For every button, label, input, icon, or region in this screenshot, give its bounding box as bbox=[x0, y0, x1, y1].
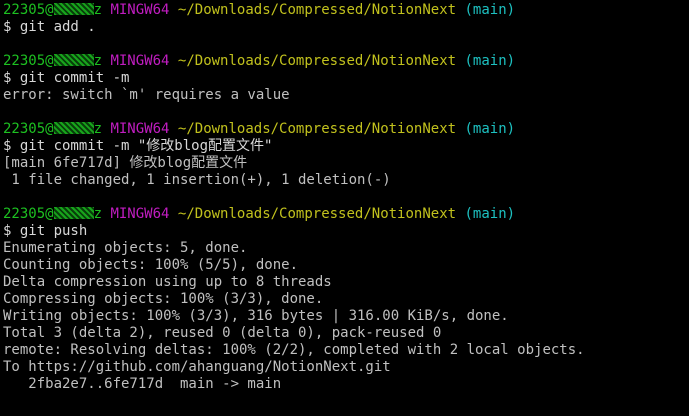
prompt-branch: (main) bbox=[464, 121, 516, 137]
redacted-username bbox=[53, 207, 94, 219]
command-line: $ git commit -m "修改blog配置文件" bbox=[3, 138, 273, 154]
output-line: To https://github.com/ahanguang/NotionNe… bbox=[3, 359, 391, 375]
prompt-host: MINGW64 bbox=[110, 53, 170, 69]
prompt-host: MINGW64 bbox=[110, 2, 170, 18]
prompt-path: ~/Downloads/Compressed/NotionNext bbox=[177, 53, 457, 69]
command-line: $ git commit -m bbox=[3, 70, 130, 86]
prompt-line: 22305@ z MINGW64 ~/Downloads/Compressed/N… bbox=[3, 121, 689, 138]
output-line: Total 3 (delta 2), reused 0 (delta 0), p… bbox=[3, 325, 442, 341]
prompt-path: ~/Downloads/Compressed/NotionNext bbox=[177, 121, 457, 137]
prompt-host: MINGW64 bbox=[110, 206, 170, 222]
terminal-window[interactable]: 22305@ z MINGW64 ~/Downloads/Compressed/N… bbox=[0, 0, 689, 416]
prompt-user: 22305@ bbox=[3, 206, 54, 222]
redacted-username bbox=[53, 3, 94, 15]
output-line: Writing objects: 100% (3/3), 316 bytes |… bbox=[3, 308, 509, 324]
output-line: 2fba2e7..6fe717d main -> main bbox=[3, 376, 282, 392]
output-line: remote: Resolving deltas: 100% (2/2), co… bbox=[3, 342, 585, 358]
prompt-branch: (main) bbox=[464, 2, 516, 18]
prompt-line: 22305@ z MINGW64 ~/Downloads/Compressed/N… bbox=[3, 2, 689, 19]
output-line: error: switch `m' requires a value bbox=[3, 87, 290, 103]
prompt-user-suffix: z bbox=[93, 53, 103, 69]
prompt-user: 22305@ bbox=[3, 53, 54, 69]
prompt-line: 22305@ z MINGW64 ~/Downloads/Compressed/N… bbox=[3, 53, 689, 70]
output-line: Counting objects: 100% (5/5), done. bbox=[3, 257, 299, 273]
prompt-path: ~/Downloads/Compressed/NotionNext bbox=[177, 2, 457, 18]
redacted-username bbox=[53, 54, 94, 66]
prompt-path: ~/Downloads/Compressed/NotionNext bbox=[177, 206, 457, 222]
prompt-line: 22305@ z MINGW64 ~/Downloads/Compressed/N… bbox=[3, 206, 689, 223]
prompt-branch: (main) bbox=[464, 206, 516, 222]
prompt-host: MINGW64 bbox=[110, 121, 170, 137]
output-line: Compressing objects: 100% (3/3), done. bbox=[3, 291, 324, 307]
command-line: $ git add . bbox=[3, 19, 96, 35]
prompt-user-suffix: z bbox=[93, 2, 103, 18]
output-line: 1 file changed, 1 insertion(+), 1 deleti… bbox=[3, 172, 391, 188]
prompt-user: 22305@ bbox=[3, 2, 54, 18]
redacted-username bbox=[53, 122, 94, 134]
output-line: Enumerating objects: 5, done. bbox=[3, 240, 248, 256]
output-line: Delta compression using up to 8 threads bbox=[3, 274, 332, 290]
command-line: $ git push bbox=[3, 223, 88, 239]
prompt-user-suffix: z bbox=[93, 121, 103, 137]
output-line: [main 6fe717d] 修改blog配置文件 bbox=[3, 155, 248, 171]
prompt-user-suffix: z bbox=[93, 206, 103, 222]
prompt-branch: (main) bbox=[464, 53, 516, 69]
prompt-user: 22305@ bbox=[3, 121, 54, 137]
